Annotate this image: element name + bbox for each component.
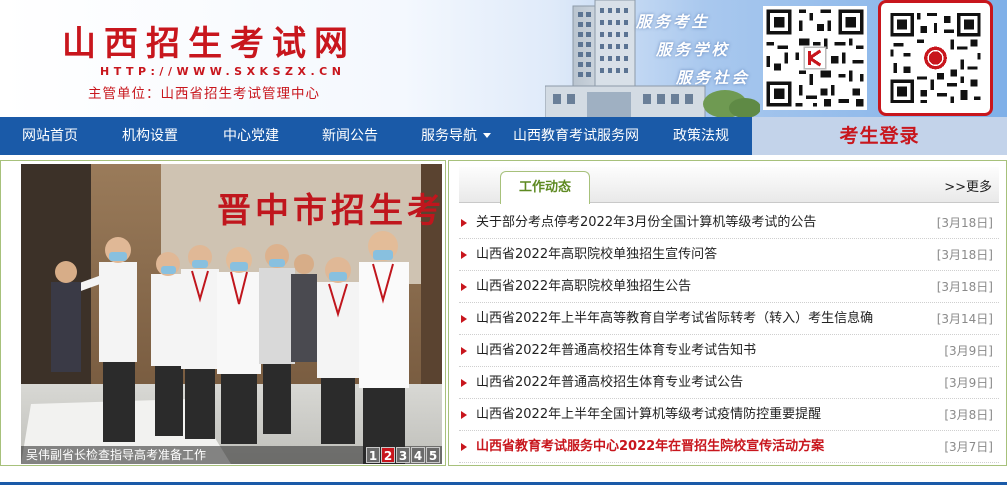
news-item-title[interactable]: 山西省2022年高职院校单独招生宣传问答 [476,239,717,271]
bullet-arrow-icon [461,251,467,259]
news-item-date: [3月18日] [936,248,993,262]
news-item-date: [3月9日] [944,376,993,390]
bullet-arrow-icon [461,411,467,419]
bullet-arrow-icon [461,315,467,323]
slideshow-page-2[interactable]: 2 [381,447,395,463]
news-item[interactable]: 山西省2022年上半年高等教育自学考试省际转考（转入）考生信息确 [3月14日] [459,303,999,335]
nav-item-home[interactable]: 网站首页 [8,117,92,155]
qr-code-icon [763,6,867,110]
slideshow-page-3[interactable]: 3 [396,447,410,463]
nav-item-news[interactable]: 新闻公告 [308,117,392,155]
news-item-title[interactable]: 山西省2022年高职院校单独招生公告 [476,271,691,303]
news-item[interactable]: 关于部分考点停考2022年3月份全国计算机等级考试的公告 [3月18日] [459,207,999,239]
news-item-title[interactable]: 关于部分考点停考2022年3月份全国计算机等级考试的公告 [476,207,816,239]
slideshow-page-1[interactable]: 1 [366,447,380,463]
news-item-date: [3月7日] [944,440,993,454]
site-sponsor: 主管单位：山西省招生考试管理中心 [88,86,320,102]
slideshow-frame: 晋中市招生考 吴伟副省长检查指导高考准备工作 1 2 3 4 5 [0,160,446,466]
slideshow-page-4[interactable]: 4 [411,447,425,463]
bullet-arrow-icon [461,443,467,451]
news-list: 关于部分考点停考2022年3月份全国计算机等级考试的公告 [3月18日] 山西省2… [459,207,999,463]
news-panel-header: 工作动态 >>更多 [459,167,999,204]
news-item-date: [3月9日] [944,344,993,358]
news-item-title[interactable]: 山西省2022年上半年全国计算机等级考试疫情防控重要提醒 [476,399,821,431]
nav-item-policies[interactable]: 政策法规 [659,117,743,155]
photo-wall-sign: 晋中市招生考 [217,191,442,231]
bullet-arrow-icon [461,379,467,387]
news-item-title[interactable]: 山西省2022年上半年高等教育自学考试省际转考（转入）考生信息确 [476,303,873,335]
news-panel: 工作动态 >>更多 关于部分考点停考2022年3月份全国计算机等级考试的公告 [3… [448,160,1007,466]
slideshow-pager: 1 2 3 4 5 [366,447,440,463]
news-item[interactable]: 山西省2022年上半年全国计算机等级考试疫情防控重要提醒 [3月8日] [459,399,999,431]
site-url: HTTP://WWW.SXKSZX.CN [100,65,346,78]
news-item-date: [3月8日] [944,408,993,422]
nav-item-party-building[interactable]: 中心党建 [209,117,293,155]
news-item[interactable]: 山西省2022年普通高校招生体育专业考试告知书 [3月9日] [459,335,999,367]
news-item-date: [3月18日] [936,280,993,294]
slideshow-page-5[interactable]: 5 [426,447,440,463]
main-content: 晋中市招生考 吴伟副省长检查指导高考准备工作 1 2 3 4 5 工作动态 >>… [0,160,1007,473]
slideshow-caption[interactable]: 吴伟副省长检查指导高考准备工作 [26,447,206,463]
tab-work-news[interactable]: 工作动态 [500,171,590,204]
bullet-arrow-icon [461,347,467,355]
nav-item-service-nav[interactable]: 服务导航 [410,117,502,155]
news-item[interactable]: 山西省教育考试服务中心2022年在晋招生院校宣传活动方案 [3月7日] [459,431,999,463]
nav-item-organization[interactable]: 机构设置 [108,117,192,155]
more-link[interactable]: >>更多 [944,176,992,195]
slideshow-photo[interactable]: 晋中市招生考 吴伟副省长检查指导高考准备工作 1 2 3 4 5 [21,164,442,464]
news-item-title[interactable]: 山西省教育考试服务中心2022年在晋招生院校宣传活动方案 [476,431,824,463]
news-item-title[interactable]: 山西省2022年普通高校招生体育专业考试公告 [476,367,743,399]
bullet-arrow-icon [461,283,467,291]
nav-item-exam-service-site[interactable]: 山西教育考试服务网 [506,117,646,155]
bullet-arrow-icon [461,219,467,227]
news-item[interactable]: 山西省2022年高职院校单独招生宣传问答 [3月18日] [459,239,999,271]
news-item[interactable]: 山西省2022年高职院校单独招生公告 [3月18日] [459,271,999,303]
slogan-serve-students: 服务考生 [636,13,711,31]
caret-down-icon [483,132,491,138]
site-header: 山西招生考试网 HTTP://WWW.SXKSZX.CN 主管单位：山西省招生考… [0,0,1007,118]
student-login-button[interactable]: 考生登录 [752,117,1007,155]
news-item[interactable]: 山西省2022年普通高校招生体育专业考试公告 [3月9日] [459,367,999,399]
site-title[interactable]: 山西招生考试网 [62,16,356,65]
slogan-serve-society: 服务社会 [676,69,751,87]
footer-divider [0,482,1007,485]
news-item-date: [3月18日] [936,216,993,230]
news-item-date: [3月14日] [936,312,993,326]
slogan-serve-schools: 服务学校 [656,41,731,59]
nav-item-service-nav-label: 服务导航 [421,128,477,144]
wechat-qr-code-icon [878,0,993,116]
news-item-title[interactable]: 山西省2022年普通高校招生体育专业考试告知书 [476,335,756,367]
